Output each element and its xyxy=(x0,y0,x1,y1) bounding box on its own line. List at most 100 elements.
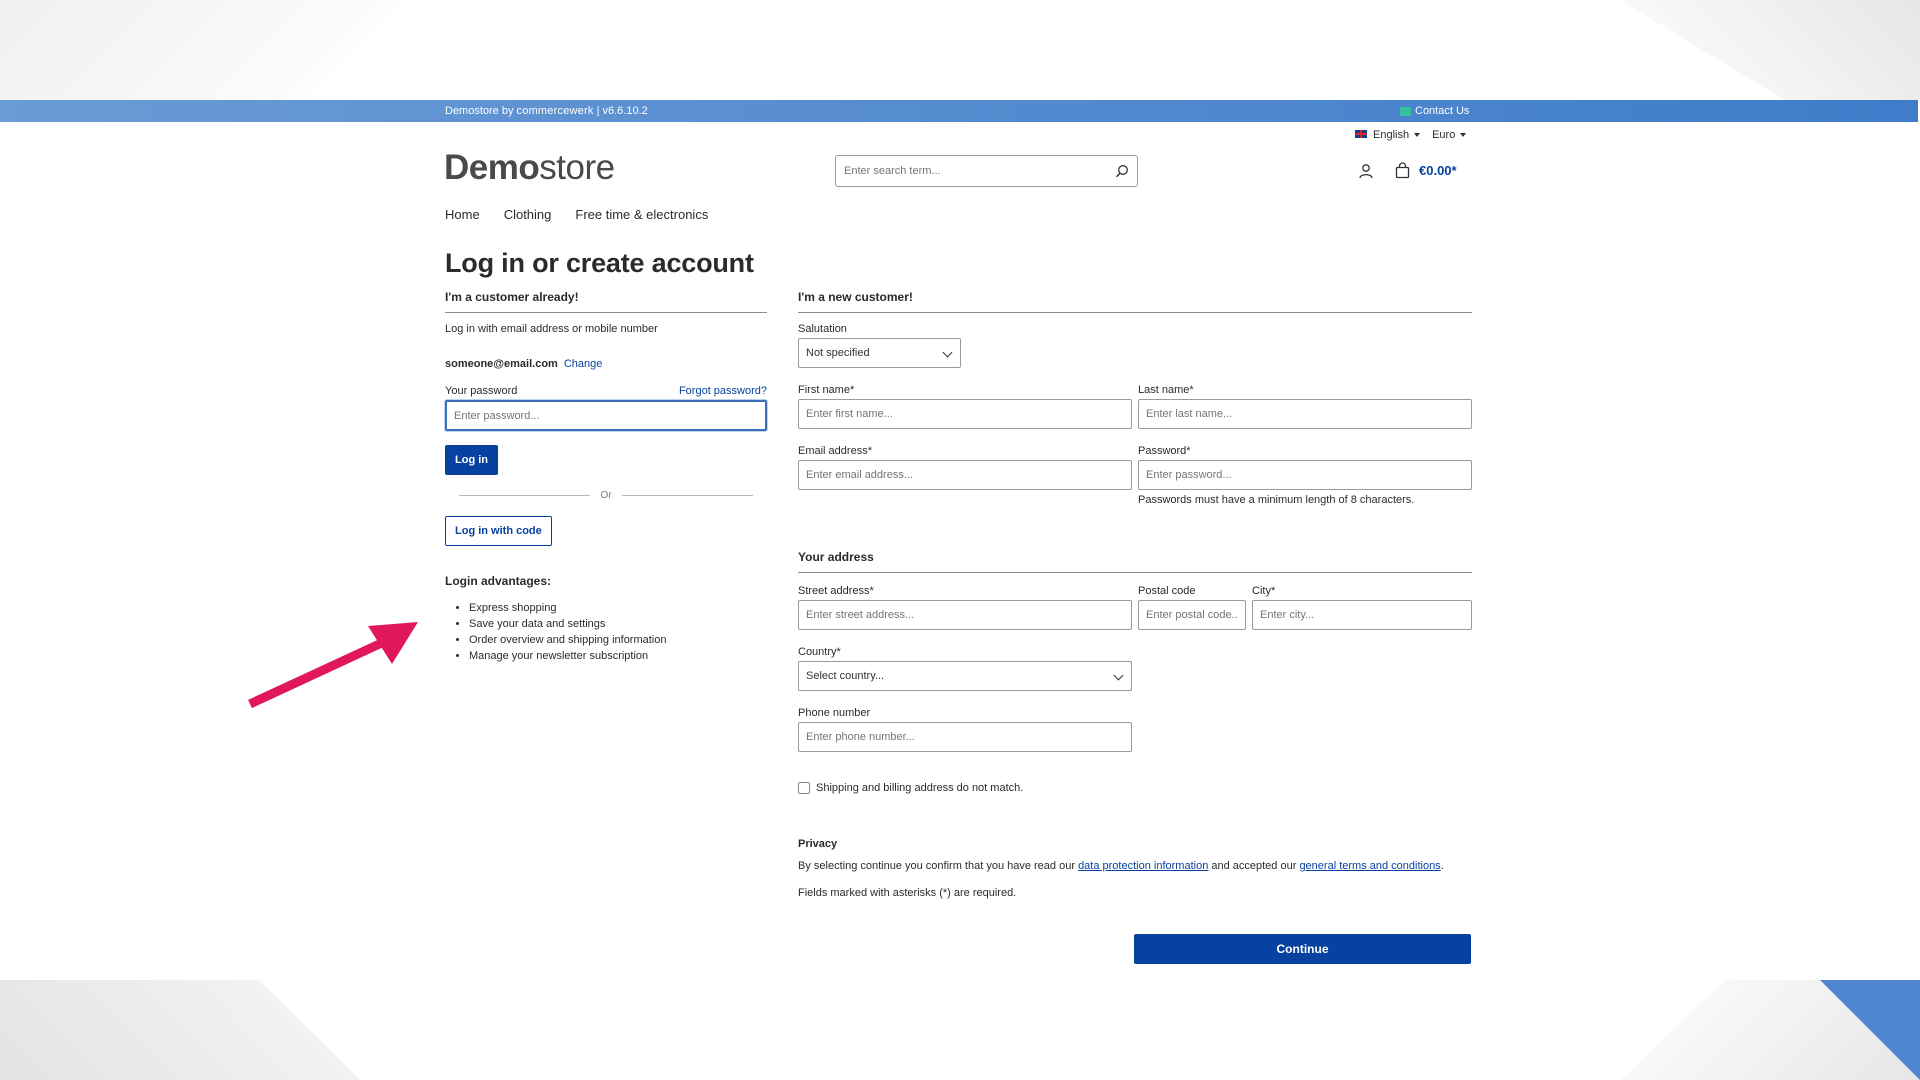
background-corner-bottom-right xyxy=(1620,980,1920,1080)
search-input[interactable] xyxy=(844,165,1115,177)
storefront-page: Demostore by commercewerk | v6.6.10.2 Co… xyxy=(0,100,1920,980)
first-name-label: First name* xyxy=(798,384,855,396)
salutation-group: Salutation Not specified xyxy=(798,323,1472,368)
register-password-label: Password* xyxy=(1138,445,1191,457)
postal-code-input[interactable] xyxy=(1138,600,1246,630)
nav-item-clothing[interactable]: Clothing xyxy=(504,207,552,222)
continue-button[interactable]: Continue xyxy=(1134,934,1471,964)
search-bar xyxy=(835,155,1138,187)
background-corner-top-left xyxy=(0,0,400,100)
background-corner-bottom-left xyxy=(0,980,360,1080)
address-mismatch-label: Shipping and billing address do not matc… xyxy=(816,782,1024,794)
password-label-row: Your password Forgot password? xyxy=(445,385,767,397)
shopping-bag-icon xyxy=(1394,162,1411,179)
phone-group: Phone number xyxy=(798,707,1472,752)
first-name-group: First name* xyxy=(798,384,1132,429)
required-fields-note: Fields marked with asterisks (*) are req… xyxy=(798,887,1017,899)
city-input[interactable] xyxy=(1252,600,1472,630)
contact-us-link[interactable]: Contact Us xyxy=(1400,105,1469,117)
forgot-password-link[interactable]: Forgot password? xyxy=(679,385,767,397)
terms-link[interactable]: general terms and conditions xyxy=(1299,860,1440,872)
language-switcher[interactable]: English xyxy=(1355,129,1421,141)
top-bar: Demostore by commercewerk | v6.6.10.2 Co… xyxy=(0,100,1918,122)
caret-down-icon xyxy=(1460,133,1467,138)
name-row: First name* Last name* xyxy=(798,384,1472,429)
address-mismatch-checkbox[interactable] xyxy=(798,782,810,794)
locale-switchers: English Euro xyxy=(1355,129,1467,141)
register-password-group: Password* Passwords must have a minimum … xyxy=(1138,445,1472,506)
last-name-group: Last name* xyxy=(1138,384,1472,429)
data-protection-link[interactable]: data protection information xyxy=(1078,860,1208,872)
store-version: | v6.6.10.2 xyxy=(596,105,648,117)
identified-email-row: someone@email.com Change xyxy=(445,358,767,370)
divider-line xyxy=(459,495,591,496)
last-name-input[interactable] xyxy=(1138,399,1472,429)
city-group: City* xyxy=(1252,585,1472,630)
register-heading: I'm a new customer! xyxy=(798,290,1472,313)
address-mismatch-row: Shipping and billing address do not matc… xyxy=(798,782,1472,794)
login-button[interactable]: Log in xyxy=(445,445,498,475)
cart-total: €0.00* xyxy=(1419,163,1457,178)
change-email-link[interactable]: Change xyxy=(564,358,603,370)
email-label: Email address* xyxy=(798,445,872,457)
last-name-label: Last name* xyxy=(1138,384,1194,396)
login-password-input[interactable] xyxy=(445,400,767,431)
register-password-input[interactable] xyxy=(1138,460,1472,490)
login-advantages-list: Express shopping Save your data and sett… xyxy=(445,600,767,664)
identified-email: someone@email.com xyxy=(445,358,558,370)
country-label: Country* xyxy=(798,646,841,658)
annotation-arrow-icon xyxy=(248,622,418,709)
store-prefix: Demostore by xyxy=(445,105,514,117)
nav-item-home[interactable]: Home xyxy=(445,207,480,222)
login-with-code-button[interactable]: Log in with code xyxy=(445,516,552,546)
currency-switcher[interactable]: Euro xyxy=(1432,129,1467,141)
background-corner-top-right xyxy=(1620,0,1920,100)
email-input[interactable] xyxy=(798,460,1132,490)
phone-label: Phone number xyxy=(798,707,871,719)
privacy-text: By selecting continue you confirm that y… xyxy=(798,860,1472,872)
password-hint: Passwords must have a minimum length of … xyxy=(1138,494,1415,506)
postal-code-group: Postal code xyxy=(1138,585,1246,630)
street-label: Street address* xyxy=(798,585,874,597)
or-label: Or xyxy=(600,490,612,501)
email-group: Email address* xyxy=(798,445,1132,506)
login-intro: Log in with email address or mobile numb… xyxy=(445,323,658,335)
chevron-down-icon xyxy=(1113,670,1124,681)
salutation-label: Salutation xyxy=(798,323,847,335)
credentials-row: Email address* Password* Passwords must … xyxy=(798,445,1472,506)
uk-flag-icon xyxy=(1355,130,1367,138)
account-icon[interactable] xyxy=(1358,163,1374,179)
logo-regular-text: store xyxy=(539,148,615,187)
logo-bold-text: Demo xyxy=(444,148,540,187)
cart-button[interactable]: €0.00* xyxy=(1394,162,1457,179)
search-icon[interactable] xyxy=(1115,164,1129,178)
salutation-select[interactable]: Not specified xyxy=(798,338,961,368)
list-item: Express shopping xyxy=(469,600,767,616)
country-select[interactable]: Select country... xyxy=(798,661,1132,691)
divider-line xyxy=(621,495,754,496)
address-row: Street address* Postal code City* xyxy=(798,585,1472,630)
caret-down-icon xyxy=(1414,133,1421,138)
list-item: Order overview and shipping information xyxy=(469,632,767,648)
phone-input[interactable] xyxy=(798,722,1132,752)
main-navigation: Home Clothing Free time & electronics xyxy=(445,207,708,222)
or-divider: Or xyxy=(445,490,767,501)
list-item: Save your data and settings xyxy=(469,616,767,632)
page-title: Log in or create account xyxy=(445,248,754,278)
salutation-value: Not specified xyxy=(806,347,870,359)
city-label: City* xyxy=(1252,585,1276,597)
store-logo[interactable]: Demostore xyxy=(444,148,615,188)
register-panel: I'm a new customer! Salutation Not speci… xyxy=(798,290,1472,899)
store-version-info: Demostore by commercewerk | v6.6.10.2 xyxy=(445,105,648,117)
postal-code-label: Postal code xyxy=(1138,585,1196,597)
login-panel: I'm a customer already! Log in with emai… xyxy=(445,290,767,664)
street-input[interactable] xyxy=(798,600,1132,630)
background-corner-blue-accent xyxy=(1820,980,1920,1080)
login-heading: I'm a customer already! xyxy=(445,290,767,313)
nav-item-free-time-electronics[interactable]: Free time & electronics xyxy=(575,207,708,222)
country-group: Country* Select country... xyxy=(798,646,1472,691)
first-name-input[interactable] xyxy=(798,399,1132,429)
street-group: Street address* xyxy=(798,585,1132,630)
list-item: Manage your newsletter subscription xyxy=(469,648,767,664)
chevron-down-icon xyxy=(942,347,953,358)
